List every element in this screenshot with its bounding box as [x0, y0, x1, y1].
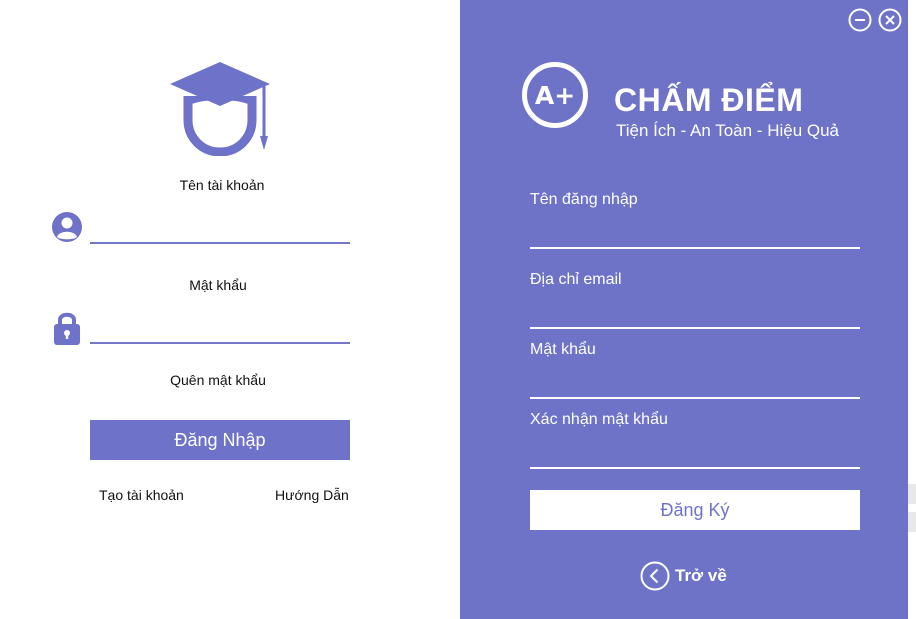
register-email-input[interactable]: [530, 327, 860, 329]
login-panel: Tên tài khoản Mật khẩu Quên mật khẩu Đăn…: [0, 0, 460, 619]
graduation-avatar-icon: [170, 62, 270, 156]
forgot-password-link[interactable]: Quên mật khẩu: [136, 372, 300, 388]
minimize-icon[interactable]: [848, 8, 872, 32]
back-button[interactable]: Trở về: [640, 561, 727, 591]
register-button[interactable]: Đăng Ký: [530, 490, 860, 530]
register-password-label: Mật khẩu: [530, 341, 596, 358]
create-account-link[interactable]: Tạo tài khoản: [99, 487, 184, 503]
user-icon: [52, 212, 82, 242]
register-confirm-input[interactable]: [530, 467, 860, 469]
register-username-label: Tên đăng nhập: [530, 191, 638, 208]
register-panel: A+ CHẤM ĐIỂM Tiện Ích - An Toàn - Hiệu Q…: [460, 0, 908, 619]
password-input[interactable]: [90, 342, 350, 344]
edge-mark: [908, 512, 916, 532]
lock-icon: [54, 312, 80, 345]
brand-logo: A+: [522, 62, 588, 128]
back-label: Trở về: [675, 566, 727, 585]
brand-title: CHẤM ĐIỂM: [614, 82, 804, 118]
register-password-input[interactable]: [530, 397, 860, 399]
brand-subtitle: Tiện Ích - An Toàn - Hiệu Quả: [616, 121, 840, 140]
guide-link[interactable]: Hướng Dẫn: [275, 487, 349, 503]
register-username-input[interactable]: [530, 247, 860, 249]
register-email-label: Địa chỉ email: [530, 271, 622, 288]
back-chevron-icon: [640, 561, 670, 591]
login-button[interactable]: Đăng Nhập: [90, 420, 350, 460]
username-label: Tên tài khoản: [179, 177, 265, 193]
close-icon[interactable]: [878, 8, 902, 32]
edge-mark: [908, 484, 916, 504]
brand-badge-text: A+: [534, 80, 576, 110]
password-label: Mật khẩu: [189, 277, 247, 293]
username-input[interactable]: [90, 242, 350, 244]
register-confirm-label: Xác nhận mật khẩu: [530, 411, 668, 428]
